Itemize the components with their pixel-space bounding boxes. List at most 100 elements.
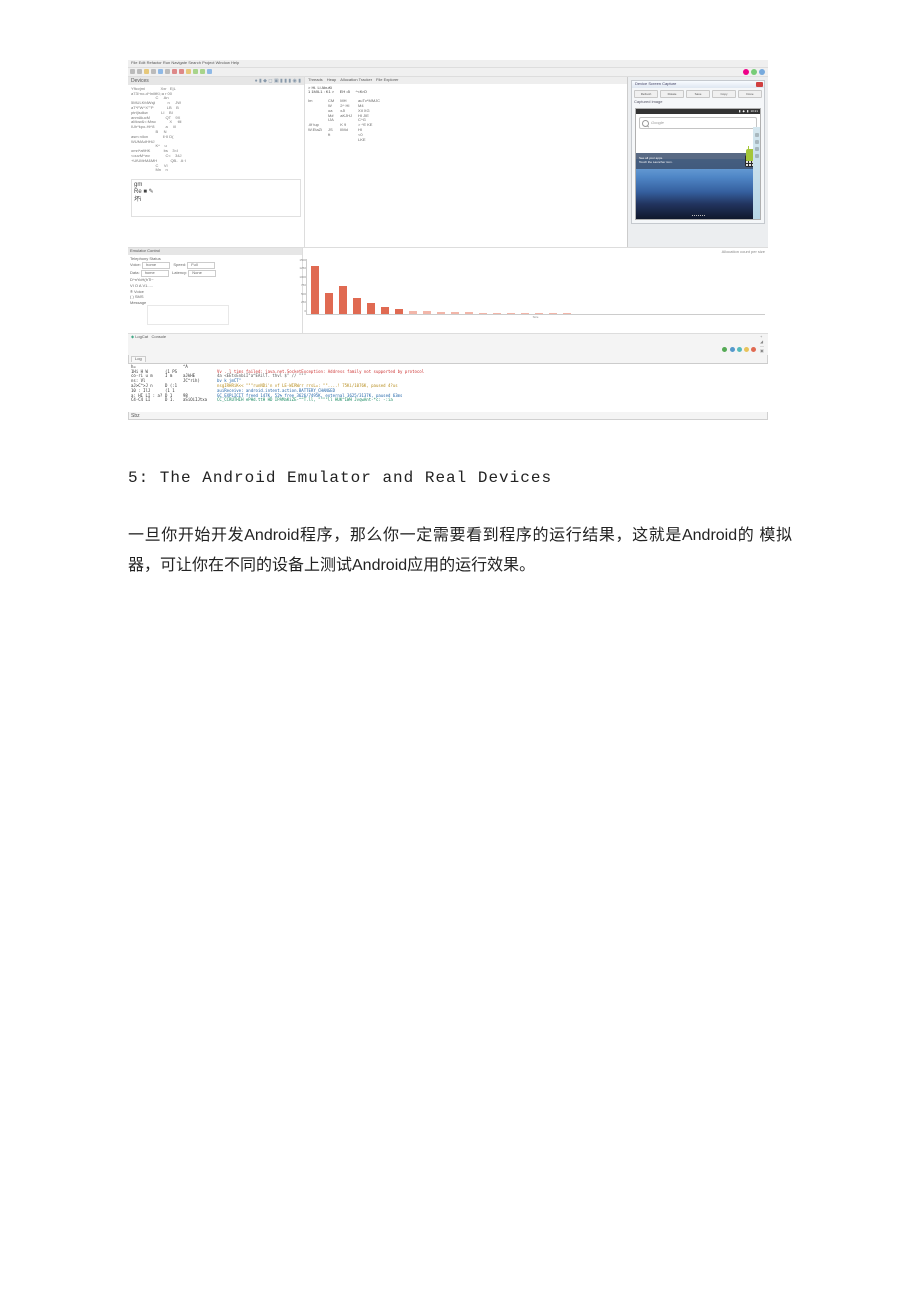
screen-capture-dialog: Device Screen Capture Refresh Rotate Sav… [631,80,765,224]
toolbar-icon[interactable] [165,69,170,74]
devices-list[interactable]: Yftcvjmi Xxr E|La73l·no-d^IniltKl;:a r 0… [131,87,301,173]
re-line: 坏i [134,197,298,204]
tab-heap[interactable]: Heap [327,78,337,83]
menu-help[interactable]: Help [231,60,239,65]
latency-label: Latency: [172,270,187,275]
captured-image-label: Captured image [632,100,764,105]
battery-icon: ▮ [747,110,749,114]
mid-eh: EH •5 [340,89,350,94]
menu-edit[interactable]: Edit [139,60,146,65]
log-table[interactable]: h=^A1Hi H W(1 PSVv . l tims failed: java… [128,363,768,412]
devices-panel: Devices ● ▮ ◆ ◻ ▣ ▮ ▮ ▮ ◉ ▮ Yftcvjmi Xxr… [128,77,305,247]
phone-hint-banner: See all your apps. Touch the Launcher ic… [636,153,760,169]
console-tab[interactable]: Console [151,334,166,339]
mid-title2: 1 1MIL1 : K1 > [308,89,334,94]
telephony-section: Telephony Status [130,257,300,262]
phone-statusbar: ▮ ◆ ▮ 10:21 [636,109,760,115]
re-line: gm [134,182,298,189]
tab-threads[interactable]: Threads [308,78,323,83]
wifi-icon: ◆ [743,110,745,114]
perspective-switcher[interactable] [743,69,765,75]
search-icon [642,120,649,127]
capture-area: Device Screen Capture Refresh Rotate Sav… [627,77,768,247]
menu-navigate[interactable]: Navigate [171,60,187,65]
voice-label: Voice: [130,262,141,267]
phone-side-strip [753,127,760,219]
menu-project[interactable]: Project [202,60,214,65]
toolbar-icon[interactable] [172,69,177,74]
radio-sms[interactable]: ( ) SMS [130,295,300,300]
done-button[interactable]: Done [738,90,762,98]
menu-run[interactable]: Run [163,60,170,65]
center-panel: Threads Heap Allocation Tracker File Exp… [305,77,627,247]
menu-file[interactable]: File [131,60,137,65]
menu-search[interactable]: Search [188,60,201,65]
log-level-filters[interactable]: + ◢ — ▣ [721,335,765,354]
toolbar-icon[interactable] [193,69,198,74]
speed-label: Speed: [173,262,186,267]
latency-select[interactable]: None [188,270,216,277]
toolbar-icon[interactable] [151,69,156,74]
doc-paragraph: 一旦你开始开发Android程序，那么你一定需要看到程序的运行结果，这就是And… [128,521,792,580]
actions-label: D^nYoH(hTl~ [130,278,300,283]
devices-toolbar-icons[interactable]: ● ▮ ◆ ◻ ▣ ▮ ▮ ▮ ◉ ▮ [255,78,301,84]
message-label: Message [130,300,146,305]
emulator-control-panel: Emulator Control Telephony Status Voice:… [128,248,303,333]
log-subtab[interactable]: Log [131,356,146,362]
device-preview: ▮ ◆ ▮ 10:21 Google See all your a [635,108,761,220]
filter-i-icon [737,347,742,352]
re-line: Re [134,189,142,195]
toolbar-icon[interactable] [137,69,142,74]
voice-select[interactable]: home [142,262,170,269]
data-select[interactable]: home [141,270,169,277]
google-label: Google [651,121,664,126]
logcat-tab[interactable]: LogCat [135,334,148,339]
speed-select[interactable]: Full [187,262,215,269]
filter-v-icon [722,347,727,352]
status-time: 10:21 [750,110,758,114]
toolbar-icon[interactable] [207,69,212,74]
allocation-panel: Allocation count per size 15001250100075… [303,248,768,333]
radio-voice[interactable]: ® Voice [130,290,300,295]
toolbar-icon[interactable] [200,69,205,74]
alloc-xlabel: Size [306,316,765,320]
perspective-ddms-icon [751,69,757,75]
tab-file-explorer[interactable]: File Explorer [376,78,398,83]
tab-alloc-tracker[interactable]: Allocation Tracker [340,78,372,83]
phone-search[interactable]: Google [639,117,757,129]
toolbar-icon[interactable] [179,69,184,74]
save-button[interactable]: Save [686,90,710,98]
toolbar-icon[interactable] [158,69,163,74]
capture-title: Device Screen Capture [633,82,756,87]
refresh-button[interactable]: Refresh [634,90,658,98]
menu-refactor[interactable]: Refactor [147,60,162,65]
mid-columns: Im .iIf tupW.EtaZi CMWoaM#IJA JSft MH2^ … [308,99,624,142]
re-box: gm Re ■ ✎ 坏i [131,179,301,217]
filter-w-icon [744,347,749,352]
ide-toolbar [128,68,768,77]
message-input[interactable] [147,305,229,325]
ide-menubar: File Edit Refactor Run Navigate Search P… [128,60,768,68]
page-indicator [636,215,760,216]
copy-button[interactable]: Copy [712,90,736,98]
status-line: Sbz [128,412,768,420]
alloc-title: Allocation count per size [306,250,765,255]
toolbar-icon[interactable] [186,69,191,74]
alloc-chart: 1500125010007505002500 [306,259,765,315]
filter-d-icon [730,347,735,352]
toolbar-icon[interactable] [130,69,135,74]
data-label: Data: [130,270,140,275]
figure-caption: 5: The Android Emulator and Real Devices [128,464,792,494]
menu-window[interactable]: Window [216,60,230,65]
logcat-icon: ◆ [131,334,134,339]
mid-kro: ^<KrO [356,89,367,94]
emu-sub: VI O A V1..... [130,284,300,289]
close-icon[interactable] [756,82,763,87]
logcat-panel: ◆ LogCat Console + ◢ — ▣ Log h=^A1Hi H W… [128,333,768,412]
devices-tab[interactable]: Devices [131,78,149,84]
ide-screenshot: File Edit Refactor Run Navigate Search P… [128,60,768,420]
emu-tab[interactable]: Emulator Control [128,248,302,255]
filter-e-icon [751,347,756,352]
rotate-button[interactable]: Rotate [660,90,684,98]
toolbar-icon[interactable] [144,69,149,74]
